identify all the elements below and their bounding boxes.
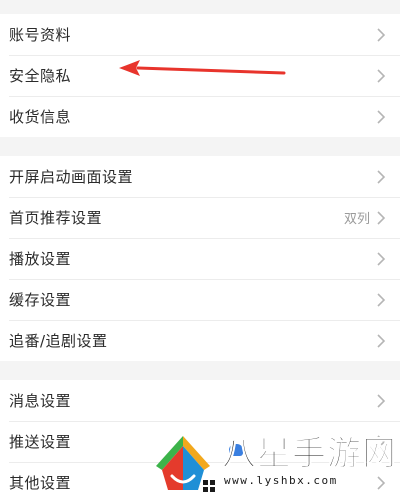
- red-arrow-icon: [119, 60, 286, 76]
- watermark-url: www.lyshbx.com: [224, 474, 338, 487]
- settings-item-shipping-info[interactable]: 收货信息: [0, 96, 400, 137]
- chevron-right-icon: [377, 251, 386, 266]
- chevron-right-icon: [377, 27, 386, 42]
- settings-item-label: 账号资料: [9, 26, 72, 44]
- settings-item-label: 播放设置: [9, 250, 72, 268]
- settings-item-value: 双列: [343, 212, 370, 227]
- settings-item-label: 开屏启动画面设置: [9, 168, 134, 186]
- chevron-right-icon: [377, 333, 386, 348]
- chevron-right-icon: [377, 210, 386, 225]
- watermark-text: 八星手游网 www.lyshbx.com: [222, 434, 397, 488]
- chevron-right-icon: [377, 169, 386, 184]
- settings-group-display: 开屏启动画面设置 首页推荐设置 双列 播放设置 缓存设置 追番/追剧设置: [0, 156, 400, 361]
- group-separator: [0, 361, 400, 380]
- settings-item-follow-series[interactable]: 追番/追剧设置: [0, 320, 400, 361]
- settings-item-home-recommend[interactable]: 首页推荐设置 双列: [0, 197, 400, 238]
- settings-item-label: 缓存设置: [9, 291, 72, 309]
- chevron-right-icon: [377, 393, 386, 408]
- watermark-title: 八星手游网: [222, 434, 397, 475]
- settings-item-label: 追番/追剧设置: [9, 332, 108, 350]
- settings-item-cache[interactable]: 缓存设置: [0, 279, 400, 320]
- settings-item-messages[interactable]: 消息设置: [0, 380, 400, 421]
- top-spacer: [0, 0, 400, 14]
- settings-item-label: 首页推荐设置: [9, 209, 103, 227]
- group-separator: [0, 137, 400, 156]
- settings-item-label: 消息设置: [9, 392, 72, 410]
- chevron-right-icon: [377, 292, 386, 307]
- windows-icon: [203, 480, 215, 492]
- chevron-right-icon: [377, 109, 386, 124]
- settings-item-playback[interactable]: 播放设置: [0, 238, 400, 279]
- settings-item-account-profile[interactable]: 账号资料: [0, 14, 400, 55]
- settings-item-splash-screen[interactable]: 开屏启动画面设置: [0, 156, 400, 197]
- settings-item-label: 收货信息: [9, 108, 72, 126]
- watermark: 八星手游网 www.lyshbx.com: [148, 432, 400, 496]
- chevron-right-icon: [377, 68, 386, 83]
